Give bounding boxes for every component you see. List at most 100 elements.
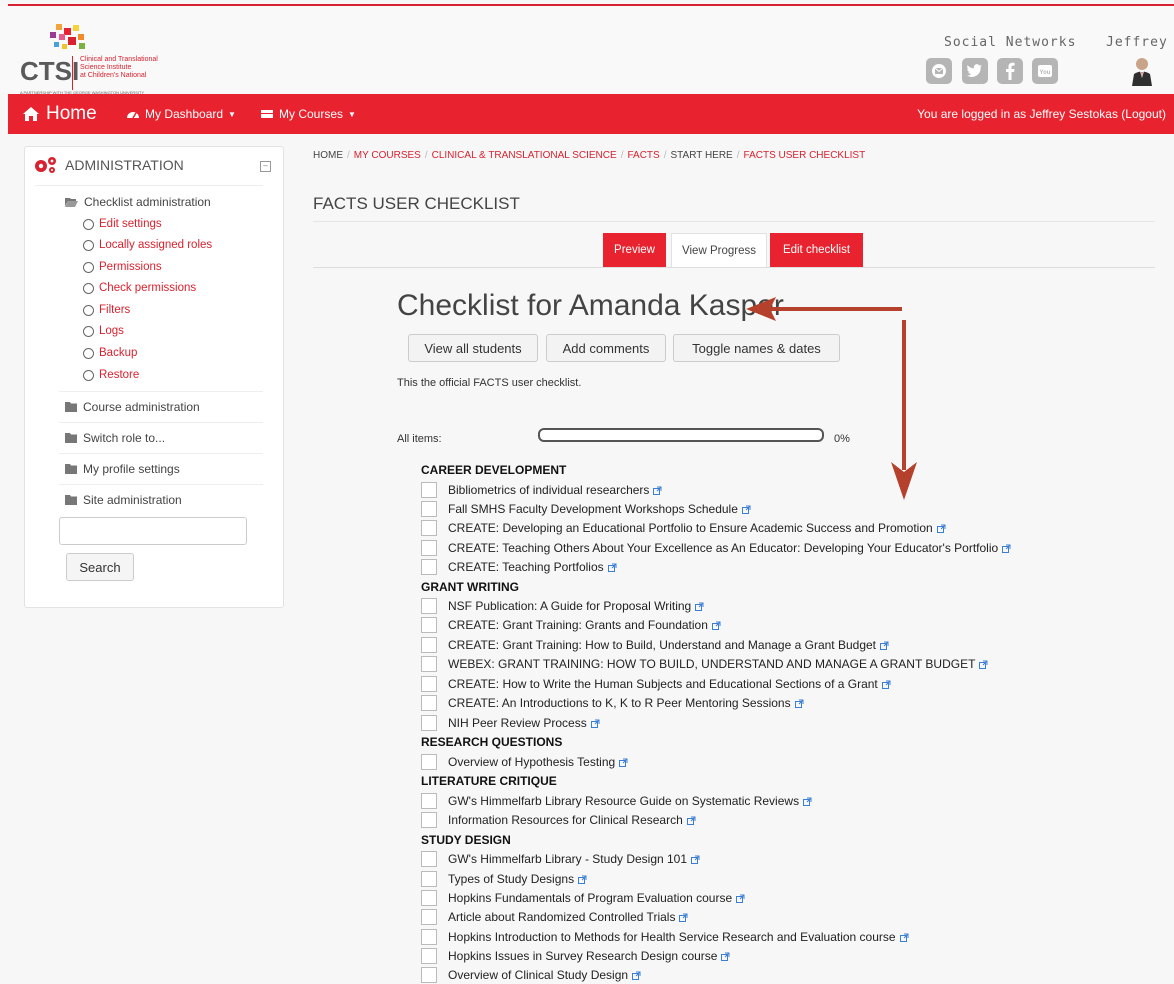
sidebar-link-edit-settings[interactable]: Edit settings (83, 218, 162, 230)
external-link-icon[interactable] (741, 505, 751, 514)
external-link-icon[interactable] (736, 894, 745, 903)
checklist-item-link[interactable]: WEBEX: GRANT TRAINING: HOW TO BUILD, UND… (448, 657, 975, 671)
item-checkbox[interactable] (421, 656, 437, 672)
item-checkbox[interactable] (421, 871, 437, 887)
item-checkbox[interactable] (421, 948, 437, 964)
nav-home-link[interactable]: Home (22, 103, 97, 125)
item-checkbox[interactable] (421, 482, 437, 498)
user-avatar[interactable] (1128, 56, 1156, 86)
breadcrumb-home[interactable]: HOME (313, 150, 343, 161)
checklist-item-link[interactable]: NIH Peer Review Process (448, 716, 587, 730)
item-checkbox[interactable] (421, 909, 437, 925)
checklist-item-link[interactable]: CREATE: Teaching Others About Your Excel… (448, 541, 998, 555)
sidebar-item-profile-settings[interactable]: My profile settings (65, 462, 180, 476)
nav-dashboard-menu[interactable]: My Dashboard ▼ (126, 107, 236, 121)
item-checkbox[interactable] (421, 754, 437, 770)
item-checkbox[interactable] (421, 715, 437, 731)
checklist-item-link[interactable]: Fall SMHS Faculty Development Workshops … (448, 502, 738, 516)
item-checkbox[interactable] (421, 793, 437, 809)
toggle-names-dates-button[interactable]: Toggle names & dates (673, 334, 840, 362)
sidebar-item-course-admin[interactable]: Course administration (65, 400, 200, 414)
sidebar-item-switch-role[interactable]: Switch role to... (65, 431, 165, 445)
admin-search-input[interactable] (59, 517, 247, 545)
external-link-icon[interactable] (653, 486, 662, 495)
item-checkbox[interactable] (421, 617, 437, 633)
checklist-item-link[interactable]: GW's Himmelfarb Library - Study Design 1… (448, 852, 687, 866)
youtube-icon[interactable]: You (1032, 58, 1058, 84)
sidebar-link-check-permissions[interactable]: Check permissions (83, 282, 196, 294)
item-checkbox[interactable] (421, 695, 437, 711)
external-link-icon[interactable] (936, 524, 946, 533)
checklist-item-link[interactable]: NSF Publication: A Guide for Proposal Wr… (448, 599, 691, 613)
external-link-icon[interactable] (881, 680, 891, 689)
external-link-icon[interactable] (794, 699, 804, 708)
item-checkbox[interactable] (421, 520, 437, 536)
admin-search-button[interactable]: Search (66, 553, 134, 581)
external-link-icon[interactable] (880, 641, 889, 650)
checklist-item-link[interactable]: Types of Study Designs (448, 872, 574, 886)
sidebar-link-locally-assigned-roles[interactable]: Locally assigned roles (83, 239, 212, 251)
item-checkbox[interactable] (421, 540, 437, 556)
view-all-students-button[interactable]: View all students (408, 334, 538, 362)
email-icon[interactable] (926, 58, 952, 84)
checklist-item-link[interactable]: Information Resources for Clinical Resea… (448, 813, 683, 827)
login-status-link[interactable]: You are logged in as Jeffrey Sestokas (L… (917, 107, 1166, 121)
checklist-item-link[interactable]: CREATE: An Introductions to K, K to R Pe… (448, 696, 791, 710)
add-comments-button[interactable]: Add comments (546, 334, 666, 362)
checklist-item-link[interactable]: Overview of Clinical Study Design (448, 968, 628, 982)
checklist-item-link[interactable]: Hopkins Introduction to Methods for Heal… (448, 930, 896, 944)
external-link-icon[interactable] (686, 816, 696, 825)
sidebar-link-permissions[interactable]: Permissions (83, 261, 162, 273)
sidebar-item-checklist-admin[interactable]: Checklist administration (65, 195, 211, 209)
ctsi-logo[interactable]: CTSI Clinical and Translational Science … (20, 18, 192, 96)
checklist-item-link[interactable]: Hopkins Fundamentals of Program Evaluati… (448, 891, 732, 905)
item-checkbox[interactable] (421, 676, 437, 692)
item-checkbox[interactable] (421, 851, 437, 867)
collapse-block-icon[interactable]: – (260, 161, 271, 172)
external-link-icon[interactable] (619, 758, 628, 767)
external-link-icon[interactable] (695, 602, 704, 611)
external-link-icon[interactable] (679, 913, 688, 922)
checklist-item-link[interactable]: Article about Randomized Controlled Tria… (448, 910, 675, 924)
item-checkbox[interactable] (421, 929, 437, 945)
checklist-item-link[interactable]: GW's Himmelfarb Library Resource Guide o… (448, 794, 799, 808)
item-checkbox[interactable] (421, 637, 437, 653)
tab-preview[interactable]: Preview (603, 233, 666, 267)
item-checkbox[interactable] (421, 559, 437, 575)
item-checkbox[interactable] (421, 890, 437, 906)
nav-courses-menu[interactable]: My Courses ▼ (260, 107, 356, 121)
checklist-item-link[interactable]: CREATE: How to Write the Human Subjects … (448, 677, 878, 691)
external-link-icon[interactable] (803, 797, 812, 806)
checklist-item-link[interactable]: CREATE: Grant Training: How to Build, Un… (448, 638, 876, 652)
breadcrumb-current[interactable]: FACTS USER CHECKLIST (744, 150, 866, 161)
external-link-icon[interactable] (899, 933, 909, 942)
breadcrumb-course[interactable]: CLINICAL & TRANSLATIONAL SCIENCE (432, 150, 617, 161)
sidebar-link-backup[interactable]: Backup (83, 347, 137, 359)
facebook-icon[interactable] (997, 58, 1023, 84)
sidebar-link-filters[interactable]: Filters (83, 304, 130, 316)
breadcrumb-start-here[interactable]: START HERE (670, 150, 732, 161)
external-link-icon[interactable] (632, 971, 641, 980)
checklist-item-link[interactable]: Hopkins Issues in Survey Research Design… (448, 949, 717, 963)
item-checkbox[interactable] (421, 598, 437, 614)
checklist-item-link[interactable]: Overview of Hypothesis Testing (448, 755, 615, 769)
external-link-icon[interactable] (590, 719, 600, 728)
tab-edit-checklist[interactable]: Edit checklist (770, 233, 863, 267)
tab-view-progress[interactable]: View Progress (671, 233, 767, 268)
checklist-item-link[interactable]: CREATE: Teaching Portfolios (448, 560, 604, 574)
external-link-icon[interactable] (721, 952, 730, 961)
external-link-icon[interactable] (607, 563, 617, 572)
external-link-icon[interactable] (578, 875, 587, 884)
sidebar-link-logs[interactable]: Logs (83, 325, 124, 337)
item-checkbox[interactable] (421, 967, 437, 983)
external-link-icon[interactable] (711, 621, 721, 630)
twitter-icon[interactable] (962, 58, 988, 84)
checklist-item-link[interactable]: CREATE: Developing an Educational Portfo… (448, 521, 933, 535)
checklist-item-link[interactable]: CREATE: Grant Training: Grants and Found… (448, 618, 708, 632)
breadcrumb-my-courses[interactable]: MY COURSES (354, 150, 421, 161)
item-checkbox[interactable] (421, 501, 437, 517)
sidebar-item-site-admin[interactable]: Site administration (65, 493, 182, 507)
sidebar-link-restore[interactable]: Restore (83, 369, 139, 381)
external-link-icon[interactable] (691, 855, 700, 864)
external-link-icon[interactable] (1002, 544, 1011, 553)
